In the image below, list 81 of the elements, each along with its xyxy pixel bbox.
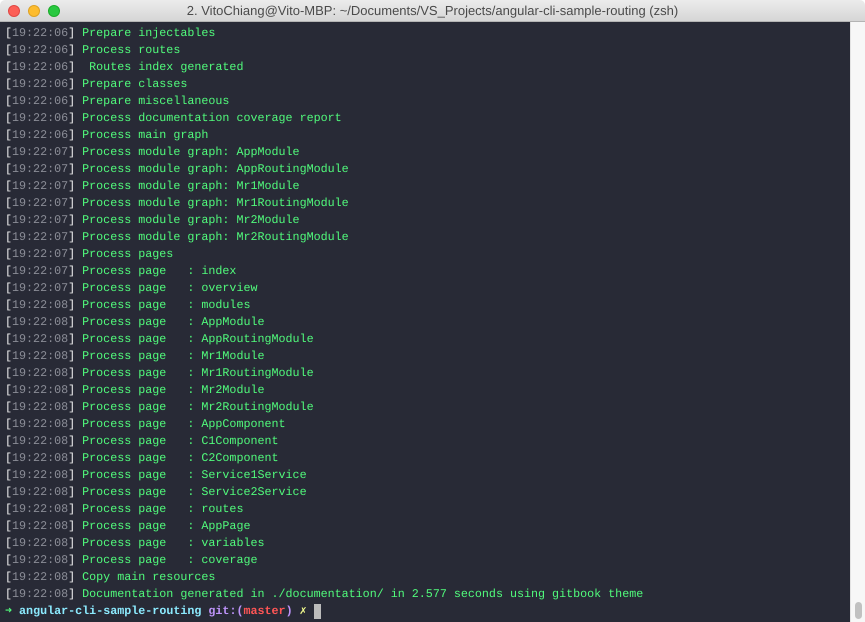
current-directory: angular-cli-sample-routing xyxy=(19,603,202,620)
timestamp: [19:22:08] xyxy=(5,433,76,450)
log-message: Process module graph: Mr1RoutingModule xyxy=(82,195,349,212)
log-message: Process page : AppPage xyxy=(82,518,250,535)
timestamp: [19:22:08] xyxy=(5,382,76,399)
timestamp: [19:22:08] xyxy=(5,484,76,501)
log-message: Process page : C2Component xyxy=(82,450,279,467)
git-label: git:( xyxy=(208,603,244,620)
log-message: Prepare injectables xyxy=(82,25,216,42)
timestamp: [19:22:08] xyxy=(5,518,76,535)
timestamp: [19:22:08] xyxy=(5,535,76,552)
close-button[interactable] xyxy=(8,4,20,16)
timestamp: [19:22:07] xyxy=(5,229,76,246)
timestamp: [19:22:06] xyxy=(5,25,76,42)
log-message: Process pages xyxy=(82,246,174,263)
timestamp: [19:22:06] xyxy=(5,42,76,59)
timestamp: [19:22:07] xyxy=(5,178,76,195)
log-message: Process module graph: Mr2RoutingModule xyxy=(82,229,349,246)
timestamp: [19:22:06] xyxy=(5,59,76,76)
timestamp: [19:22:08] xyxy=(5,331,76,348)
zoom-button[interactable] xyxy=(48,4,60,16)
log-message: Process module graph: AppModule xyxy=(82,144,300,161)
log-message: Process page : Mr2RoutingModule xyxy=(82,399,314,416)
timestamp: [19:22:08] xyxy=(5,552,76,569)
timestamp: [19:22:07] xyxy=(5,212,76,229)
log-message: Process main graph xyxy=(82,127,208,144)
log-message: Process module graph: Mr1Module xyxy=(82,178,300,195)
log-message: Process module graph: Mr2Module xyxy=(82,212,300,229)
timestamp: [19:22:08] xyxy=(5,365,76,382)
log-message: Process module graph: AppRoutingModule xyxy=(82,161,349,178)
git-branch: master xyxy=(243,603,286,620)
timestamp: [19:22:07] xyxy=(5,263,76,280)
scrollbar[interactable] xyxy=(850,22,865,622)
timestamp: [19:22:07] xyxy=(5,246,76,263)
cursor xyxy=(314,604,321,619)
log-message: Process page : C1Component xyxy=(82,433,279,450)
minimize-button[interactable] xyxy=(28,4,40,16)
window-title: 2. VitoChiang@Vito-MBP: ~/Documents/VS_Projects/angular-cli-sample-routing (zsh) xyxy=(186,2,678,20)
log-message: Prepare classes xyxy=(82,76,188,93)
timestamp: [19:22:06] xyxy=(5,110,76,127)
log-message: Process documentation coverage report xyxy=(82,110,342,127)
timestamp: [19:22:08] xyxy=(5,586,76,603)
log-message: Process page : modules xyxy=(82,297,250,314)
log-message: Copy main resources xyxy=(82,569,216,586)
timestamp: [19:22:08] xyxy=(5,399,76,416)
prompt-arrow: ➜ xyxy=(5,603,12,620)
log-message: Process page : AppModule xyxy=(82,314,264,331)
log-message: Process page : routes xyxy=(82,501,244,518)
log-message: Process page : index xyxy=(82,263,236,280)
git-label: ) xyxy=(286,603,293,620)
log-message: Process page : Mr2Module xyxy=(82,382,264,399)
timestamp: [19:22:08] xyxy=(5,467,76,484)
log-message: Process routes xyxy=(82,42,180,59)
timestamp: [19:22:08] xyxy=(5,450,76,467)
log-message: Process page : overview xyxy=(82,280,258,297)
log-message: Process page : variables xyxy=(82,535,264,552)
timestamp: [19:22:08] xyxy=(5,501,76,518)
timestamp: [19:22:07] xyxy=(5,144,76,161)
log-message: Routes index generated xyxy=(88,59,244,76)
timestamp: [19:22:06] xyxy=(5,93,76,110)
log-message: Documentation generated in ./documentation/ in 2.577 seconds using gitbook theme xyxy=(82,586,644,603)
log-message: Process page : Service2Service xyxy=(82,484,307,501)
timestamp: [19:22:07] xyxy=(5,161,76,178)
timestamp: [19:22:08] xyxy=(5,569,76,586)
timestamp: [19:22:08] xyxy=(5,314,76,331)
timestamp: [19:22:08] xyxy=(5,416,76,433)
log-message: Process page : coverage xyxy=(82,552,258,569)
log-message: Process page : AppRoutingModule xyxy=(82,331,314,348)
scrollbar-thumb[interactable] xyxy=(854,602,862,619)
timestamp: [19:22:06] xyxy=(5,127,76,144)
log-message: Prepare miscellaneous xyxy=(82,93,230,110)
timestamp: [19:22:07] xyxy=(5,280,76,297)
timestamp: [19:22:06] xyxy=(5,76,76,93)
timestamp: [19:22:07] xyxy=(5,195,76,212)
log-message: Process page : Mr1RoutingModule xyxy=(82,365,314,382)
log-message: Process page : Service1Service xyxy=(82,467,307,484)
timestamp: [19:22:08] xyxy=(5,348,76,365)
log-message: Process page : Mr1Module xyxy=(82,348,264,365)
dirty-mark: ✗ xyxy=(300,603,307,620)
log-message: Process page : AppComponent xyxy=(82,416,286,433)
timestamp: [19:22:08] xyxy=(5,297,76,314)
